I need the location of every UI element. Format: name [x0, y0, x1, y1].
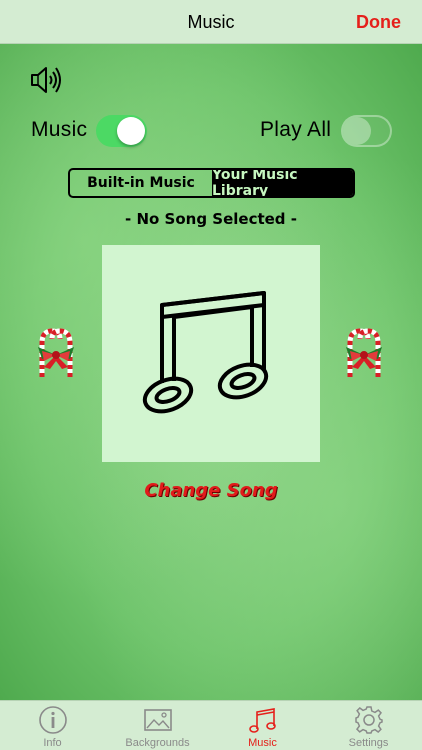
change-song-button[interactable]: Change Song: [0, 480, 422, 501]
gear-icon: [354, 706, 383, 734]
play-all-toggle-label: Play All: [260, 118, 332, 141]
tab-backgrounds[interactable]: Backgrounds: [105, 701, 210, 750]
tab-settings[interactable]: Settings: [316, 701, 421, 750]
tab-info[interactable]: Info: [0, 701, 105, 750]
music-source-segmented-control: Built-in Music Your Music Library: [68, 168, 355, 198]
done-button[interactable]: Done: [356, 12, 401, 33]
navigation-bar: Music Done: [0, 0, 422, 44]
tab-label: Settings: [348, 737, 389, 749]
speaker-icon[interactable]: [29, 62, 65, 98]
candy-cane-bow-icon: [346, 328, 382, 377]
image-icon: [143, 709, 172, 731]
toggle-knob: [343, 117, 371, 145]
music-toggle-label: Music: [31, 118, 88, 141]
song-artwork[interactable]: [102, 245, 320, 462]
tab-bar: Info Backgrounds Music Settings: [0, 700, 422, 750]
music-note-icon: [142, 291, 269, 414]
candy-cane-bow-icon: [38, 328, 74, 377]
toggle-knob: [117, 117, 145, 145]
music-toggle[interactable]: [96, 115, 147, 147]
play-all-toggle[interactable]: [341, 115, 392, 147]
info-icon: [38, 706, 67, 734]
music-note-icon: [248, 708, 276, 733]
song-status-text: - No Song Selected -: [125, 210, 297, 228]
tab-label: Info: [43, 737, 62, 749]
tab-label: Backgrounds: [125, 737, 190, 749]
tab-music[interactable]: Music: [210, 701, 315, 750]
tab-label: Music: [248, 737, 277, 749]
segment-built-in-music[interactable]: Built-in Music: [70, 170, 212, 196]
segment-your-music-library[interactable]: Your Music Library: [212, 170, 353, 196]
